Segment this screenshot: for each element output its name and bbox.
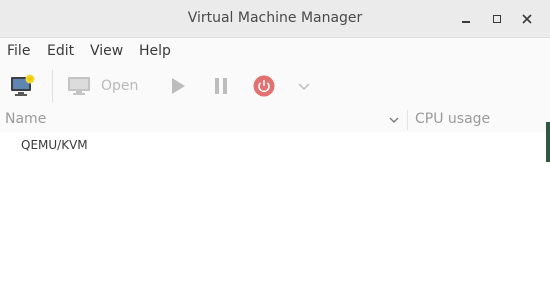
open-button[interactable]: Open <box>67 72 157 100</box>
monitor-icon <box>68 77 90 95</box>
minimize-icon <box>462 21 470 23</box>
pause-icon <box>215 78 227 94</box>
power-icon <box>253 75 275 97</box>
run-button[interactable] <box>169 72 191 100</box>
pause-button[interactable] <box>212 72 234 100</box>
menu-view[interactable]: View <box>90 43 123 59</box>
toolbar-separator <box>52 70 53 102</box>
shutdown-button[interactable] <box>253 72 277 100</box>
close-button[interactable] <box>517 9 537 29</box>
minimize-button[interactable] <box>456 9 476 29</box>
app-window: Virtual Machine Manager File Edit View H… <box>0 0 550 285</box>
menu-help[interactable]: Help <box>139 43 171 59</box>
menu-file[interactable]: File <box>7 43 30 59</box>
play-icon <box>172 78 185 94</box>
connection-name: QEMU/KVM <box>21 138 88 152</box>
list-header: Name CPU usage <box>0 108 550 132</box>
chevron-down-icon <box>298 83 310 91</box>
column-divider[interactable] <box>407 110 408 130</box>
new-vm-icon <box>11 74 35 96</box>
open-label: Open <box>101 78 139 94</box>
connection-list[interactable]: QEMU/KVM <box>0 132 550 285</box>
maximize-icon <box>493 15 501 23</box>
toolbar: Open <box>0 64 550 108</box>
new-vm-button[interactable] <box>10 72 38 100</box>
menu-bar: File Edit View Help <box>0 39 550 64</box>
background-window-edge <box>546 122 550 162</box>
list-item[interactable]: QEMU/KVM <box>0 136 550 156</box>
close-icon <box>522 14 532 24</box>
sort-chevron-icon[interactable] <box>387 113 401 127</box>
shutdown-menu-button[interactable] <box>297 72 313 100</box>
menu-edit[interactable]: Edit <box>47 43 74 59</box>
column-header-name[interactable]: Name <box>5 111 46 127</box>
maximize-button[interactable] <box>487 9 507 29</box>
column-header-cpu-usage[interactable]: CPU usage <box>415 111 490 127</box>
title-bar[interactable]: Virtual Machine Manager <box>0 0 550 38</box>
